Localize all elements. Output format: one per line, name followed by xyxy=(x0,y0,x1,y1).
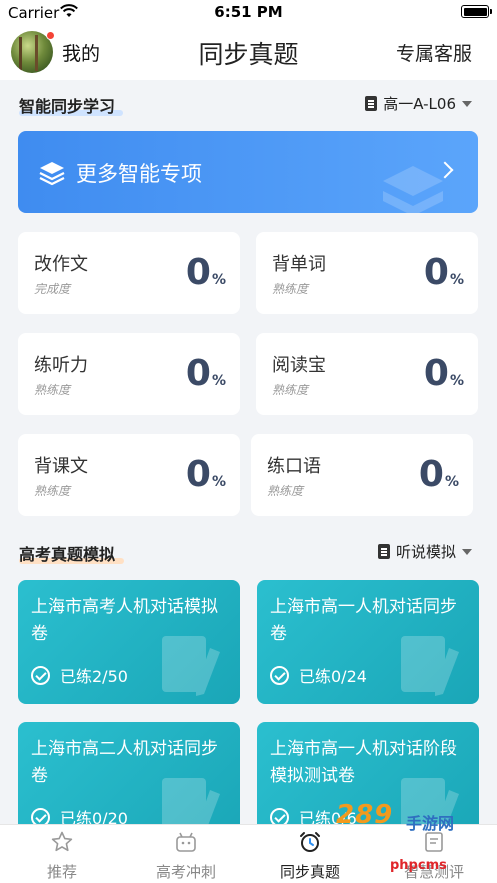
tab-gaokao-sprint[interactable]: 高考冲刺 xyxy=(124,825,248,883)
skill-card-recite-text[interactable]: 背课文 熟练度 0% xyxy=(18,434,240,516)
tab-smart-evaluation[interactable]: 智慧测评 xyxy=(372,825,496,883)
skill-percent: 0% xyxy=(418,454,459,495)
exam-progress: 已练2/50 xyxy=(31,663,128,687)
more-smart-topics-banner[interactable]: 更多智能专项 xyxy=(18,131,478,213)
skill-metric: 熟练度 xyxy=(267,484,304,498)
header-bar: 我的 同步真题 专属客服 xyxy=(0,26,497,80)
skill-card-speaking[interactable]: 练口语 熟练度 0% xyxy=(251,434,473,516)
caret-down-icon xyxy=(462,548,472,555)
skill-metric: 熟练度 xyxy=(34,383,71,397)
evaluate-icon xyxy=(425,832,443,852)
skill-card-vocabulary[interactable]: 背单词 熟练度 0% xyxy=(256,232,478,314)
caret-down-icon xyxy=(462,100,472,107)
exam-filter-selector[interactable]: 听说模拟 xyxy=(377,541,472,562)
tab-sync-exam[interactable]: 同步真题 xyxy=(248,825,372,883)
exam-progress-text: 已练0/24 xyxy=(299,667,367,686)
document-icon xyxy=(377,544,390,559)
battery-icon xyxy=(461,5,492,18)
status-bar: Carrier 6:51 PM xyxy=(0,0,497,26)
section-title: 智能同步学习 xyxy=(19,97,116,116)
level-label: 高一A-L06 xyxy=(383,95,456,113)
exam-progress: 已练0/24 xyxy=(270,663,367,687)
exam-card[interactable]: 上海市高一人机对话同步卷 已练0/24 xyxy=(257,580,479,704)
exam-card[interactable]: 上海市高考人机对话模拟卷 已练2/50 xyxy=(18,580,240,704)
layers-icon xyxy=(39,162,65,186)
document-icon xyxy=(365,96,378,111)
exam-simulation-header: 高考真题模拟 听说模拟 xyxy=(0,538,497,568)
skill-name: 阅读宝 xyxy=(272,355,326,376)
robot-icon xyxy=(176,832,196,852)
exam-progress-text: 已练2/50 xyxy=(60,667,128,686)
alarm-clock-icon xyxy=(300,832,320,852)
level-selector[interactable]: 高一A-L06 xyxy=(365,93,472,114)
skill-percent: 0% xyxy=(185,353,226,394)
star-icon xyxy=(51,831,73,852)
skill-name: 练口语 xyxy=(267,456,321,477)
skill-percent: 0% xyxy=(185,454,226,495)
skill-name: 改作文 xyxy=(34,254,88,275)
tab-recommend[interactable]: 推荐 xyxy=(0,825,124,883)
skill-name: 背单词 xyxy=(272,254,326,275)
banner-label: 更多智能专项 xyxy=(76,162,202,186)
skill-name: 背课文 xyxy=(34,456,88,477)
customer-service-button[interactable]: 专属客服 xyxy=(396,39,472,66)
section-title: 高考真题模拟 xyxy=(19,545,116,564)
exam-title: 上海市高一人机对话同步卷 xyxy=(270,597,457,644)
exam-title: 上海市高一人机对话阶段模拟测试卷 xyxy=(270,739,457,786)
check-circle-icon xyxy=(31,665,50,685)
skill-card-essay[interactable]: 改作文 完成度 0% xyxy=(18,232,240,314)
skill-card-listening[interactable]: 练听力 熟练度 0% xyxy=(18,333,240,415)
tab-label: 高考冲刺 xyxy=(155,863,216,881)
tab-label: 同步真题 xyxy=(279,863,340,881)
skill-percent: 0% xyxy=(185,252,226,293)
skill-metric: 熟练度 xyxy=(34,484,71,498)
skill-metric: 熟练度 xyxy=(272,282,309,296)
check-circle-icon xyxy=(270,665,289,685)
skill-metric: 熟练度 xyxy=(272,383,309,397)
skill-percent: 0% xyxy=(423,353,464,394)
tab-label: 智慧测评 xyxy=(403,863,464,881)
skill-percent: 0% xyxy=(423,252,464,293)
skill-card-reading[interactable]: 阅读宝 熟练度 0% xyxy=(256,333,478,415)
tab-label: 推荐 xyxy=(46,863,77,881)
smart-study-header: 智能同步学习 高一A-L06 xyxy=(0,90,497,120)
skill-name: 练听力 xyxy=(34,355,88,376)
clock: 6:51 PM xyxy=(214,3,283,21)
exam-title: 上海市高二人机对话同步卷 xyxy=(31,739,218,786)
skill-metric: 完成度 xyxy=(34,282,71,296)
exam-title: 上海市高考人机对话模拟卷 xyxy=(31,597,218,644)
filter-label: 听说模拟 xyxy=(395,543,456,561)
bottom-tab-bar: 推荐 高考冲刺 同步真题 智慧测评 xyxy=(0,824,497,883)
